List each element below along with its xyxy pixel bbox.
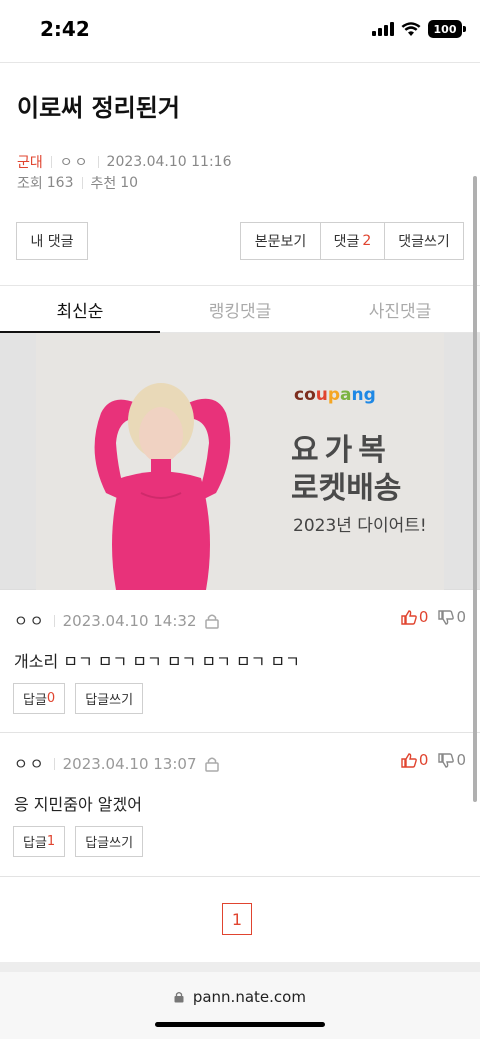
reply-toggle-button[interactable]: 답글 0 [13, 683, 66, 714]
comment-text: 응 지민줌아 알겠어 [14, 795, 142, 814]
divider [81, 177, 83, 189]
browser-url-bar[interactable]: pann.nate.com [0, 972, 480, 1039]
post-title: 이로써 정리된거 [17, 94, 180, 122]
divider [53, 757, 55, 770]
my-comments-button[interactable]: 내 댓글 [16, 222, 88, 260]
comments-label: 댓글 [333, 234, 360, 250]
comment-header: ㅇㅇ 2023.04.10 14:32 [14, 610, 219, 631]
comment-datetime: 2023.04.10 14:32 [62, 611, 197, 630]
post-meta-line1: 군대 ㅇㅇ 2023.04.10 11:16 [17, 152, 232, 172]
comment-votes: 0 0 [401, 608, 466, 626]
ad-banner-container: coupang 요가복 로켓배송 2023년 다이어트! [0, 333, 480, 590]
divider [97, 156, 99, 168]
report-icon[interactable] [204, 613, 219, 629]
comment-author: ㅇㅇ [14, 755, 46, 773]
status-icons: 100 [372, 20, 466, 38]
ad-banner[interactable]: coupang 요가복 로켓배송 2023년 다이어트! [36, 333, 444, 590]
scrollbar[interactable] [473, 176, 477, 802]
ad-brand-letter: g [363, 385, 376, 405]
comment-datetime: 2023.04.10 13:07 [62, 754, 197, 773]
tab-ranking[interactable]: 랭킹댓글 [160, 286, 320, 332]
battery-icon: 100 [428, 20, 466, 38]
report-icon[interactable] [204, 756, 219, 772]
upvote-button[interactable]: 0 [401, 751, 429, 769]
battery-level: 100 [433, 22, 457, 36]
status-bar: 2:42 100 [0, 0, 480, 62]
post-category[interactable]: 군대 [17, 152, 43, 172]
write-reply-button[interactable]: 답글쓰기 [75, 683, 144, 714]
downvote-button[interactable]: 0 [438, 751, 466, 769]
reply-count: 1 [46, 834, 56, 849]
ad-brand-letter: n [351, 385, 364, 405]
downvote-count: 0 [456, 608, 466, 626]
comment-item: ㅇㅇ 2023.04.10 13:07 0 0 응 지민줌아 알겠어 답글 1 … [0, 733, 480, 877]
status-time: 2:42 [40, 17, 90, 41]
reply-count: 0 [46, 691, 56, 706]
comment-item: ㅇㅇ 2023.04.10 14:32 0 0 개소리 ㅁㄱ ㅁㄱ ㅁㄱ ㅁㄱ … [0, 590, 480, 733]
view-body-button[interactable]: 본문보기 [240, 222, 320, 260]
comment-text: 개소리 ㅁㄱ ㅁㄱ ㅁㄱ ㅁㄱ ㅁㄱ ㅁㄱ ㅁㄱ [14, 652, 300, 671]
lock-icon [174, 991, 184, 1003]
divider [53, 614, 55, 627]
upvote-button[interactable]: 0 [401, 608, 429, 626]
ad-brand-letter: a [340, 385, 352, 405]
thumbs-down-icon [438, 609, 455, 625]
ad-model-image [94, 383, 231, 590]
post-action-group: 본문보기 댓글 2 댓글쓰기 [240, 222, 464, 260]
views-count: 163 [46, 175, 74, 191]
thumbs-down-icon [438, 752, 455, 768]
ad-brand-letter: u [315, 385, 328, 405]
home-indicator[interactable] [155, 1022, 325, 1027]
ad-brand-letter: p [327, 385, 341, 405]
ad-brand-letter: c [294, 385, 305, 405]
ad-brand-logo: coupang [294, 385, 376, 405]
divider [50, 156, 52, 168]
ad-subline: 2023년 다이어트! [293, 516, 427, 536]
downvote-count: 0 [456, 751, 466, 769]
comment-author: ㅇㅇ [14, 612, 46, 630]
url-text: pann.nate.com [192, 988, 306, 1006]
cellular-signal-icon [372, 22, 394, 36]
header-divider [0, 62, 480, 66]
tab-photo[interactable]: 사진댓글 [320, 286, 480, 332]
comment-actions: 답글 0 답글쓰기 [13, 683, 144, 714]
comment-sort-tabs: 최신순 랭킹댓글 사진댓글 [0, 285, 480, 333]
thumbs-up-icon [401, 752, 417, 768]
reply-label: 답글 [23, 836, 47, 851]
write-reply-button[interactable]: 답글쓰기 [75, 826, 144, 857]
downvote-button[interactable]: 0 [438, 608, 466, 626]
tab-latest[interactable]: 최신순 [0, 286, 160, 333]
comment-votes: 0 0 [401, 751, 466, 769]
ad-headline-2: 로켓배송 [291, 471, 402, 506]
recommend-count: 10 [120, 175, 139, 191]
wifi-icon [401, 21, 421, 36]
post-meta-line2: 조회 163 추천 10 [17, 173, 138, 193]
thumbs-up-icon [401, 609, 417, 625]
ad-brand: coupang [294, 385, 376, 405]
comment-actions: 답글 1 답글쓰기 [13, 826, 144, 857]
reply-toggle-button[interactable]: 답글 1 [13, 826, 66, 857]
reply-label: 답글 [23, 693, 47, 708]
comment-header: ㅇㅇ 2023.04.10 13:07 [14, 753, 219, 774]
ad-brand-letter: o [304, 385, 316, 405]
pagination-page-current[interactable]: 1 [222, 903, 252, 935]
post-author: ㅇㅇ [59, 155, 90, 171]
comments-button[interactable]: 댓글 2 [320, 222, 384, 260]
views-label: 조회 [17, 176, 43, 192]
post-datetime: 2023.04.10 11:16 [106, 154, 232, 170]
upvote-count: 0 [418, 751, 429, 769]
footer-band [0, 962, 480, 972]
url-display[interactable]: pann.nate.com [0, 988, 480, 1006]
comments-count: 2 [362, 233, 372, 249]
upvote-count: 0 [418, 608, 429, 626]
recommend-label: 추천 [90, 176, 117, 192]
write-comment-button[interactable]: 댓글쓰기 [384, 222, 464, 260]
